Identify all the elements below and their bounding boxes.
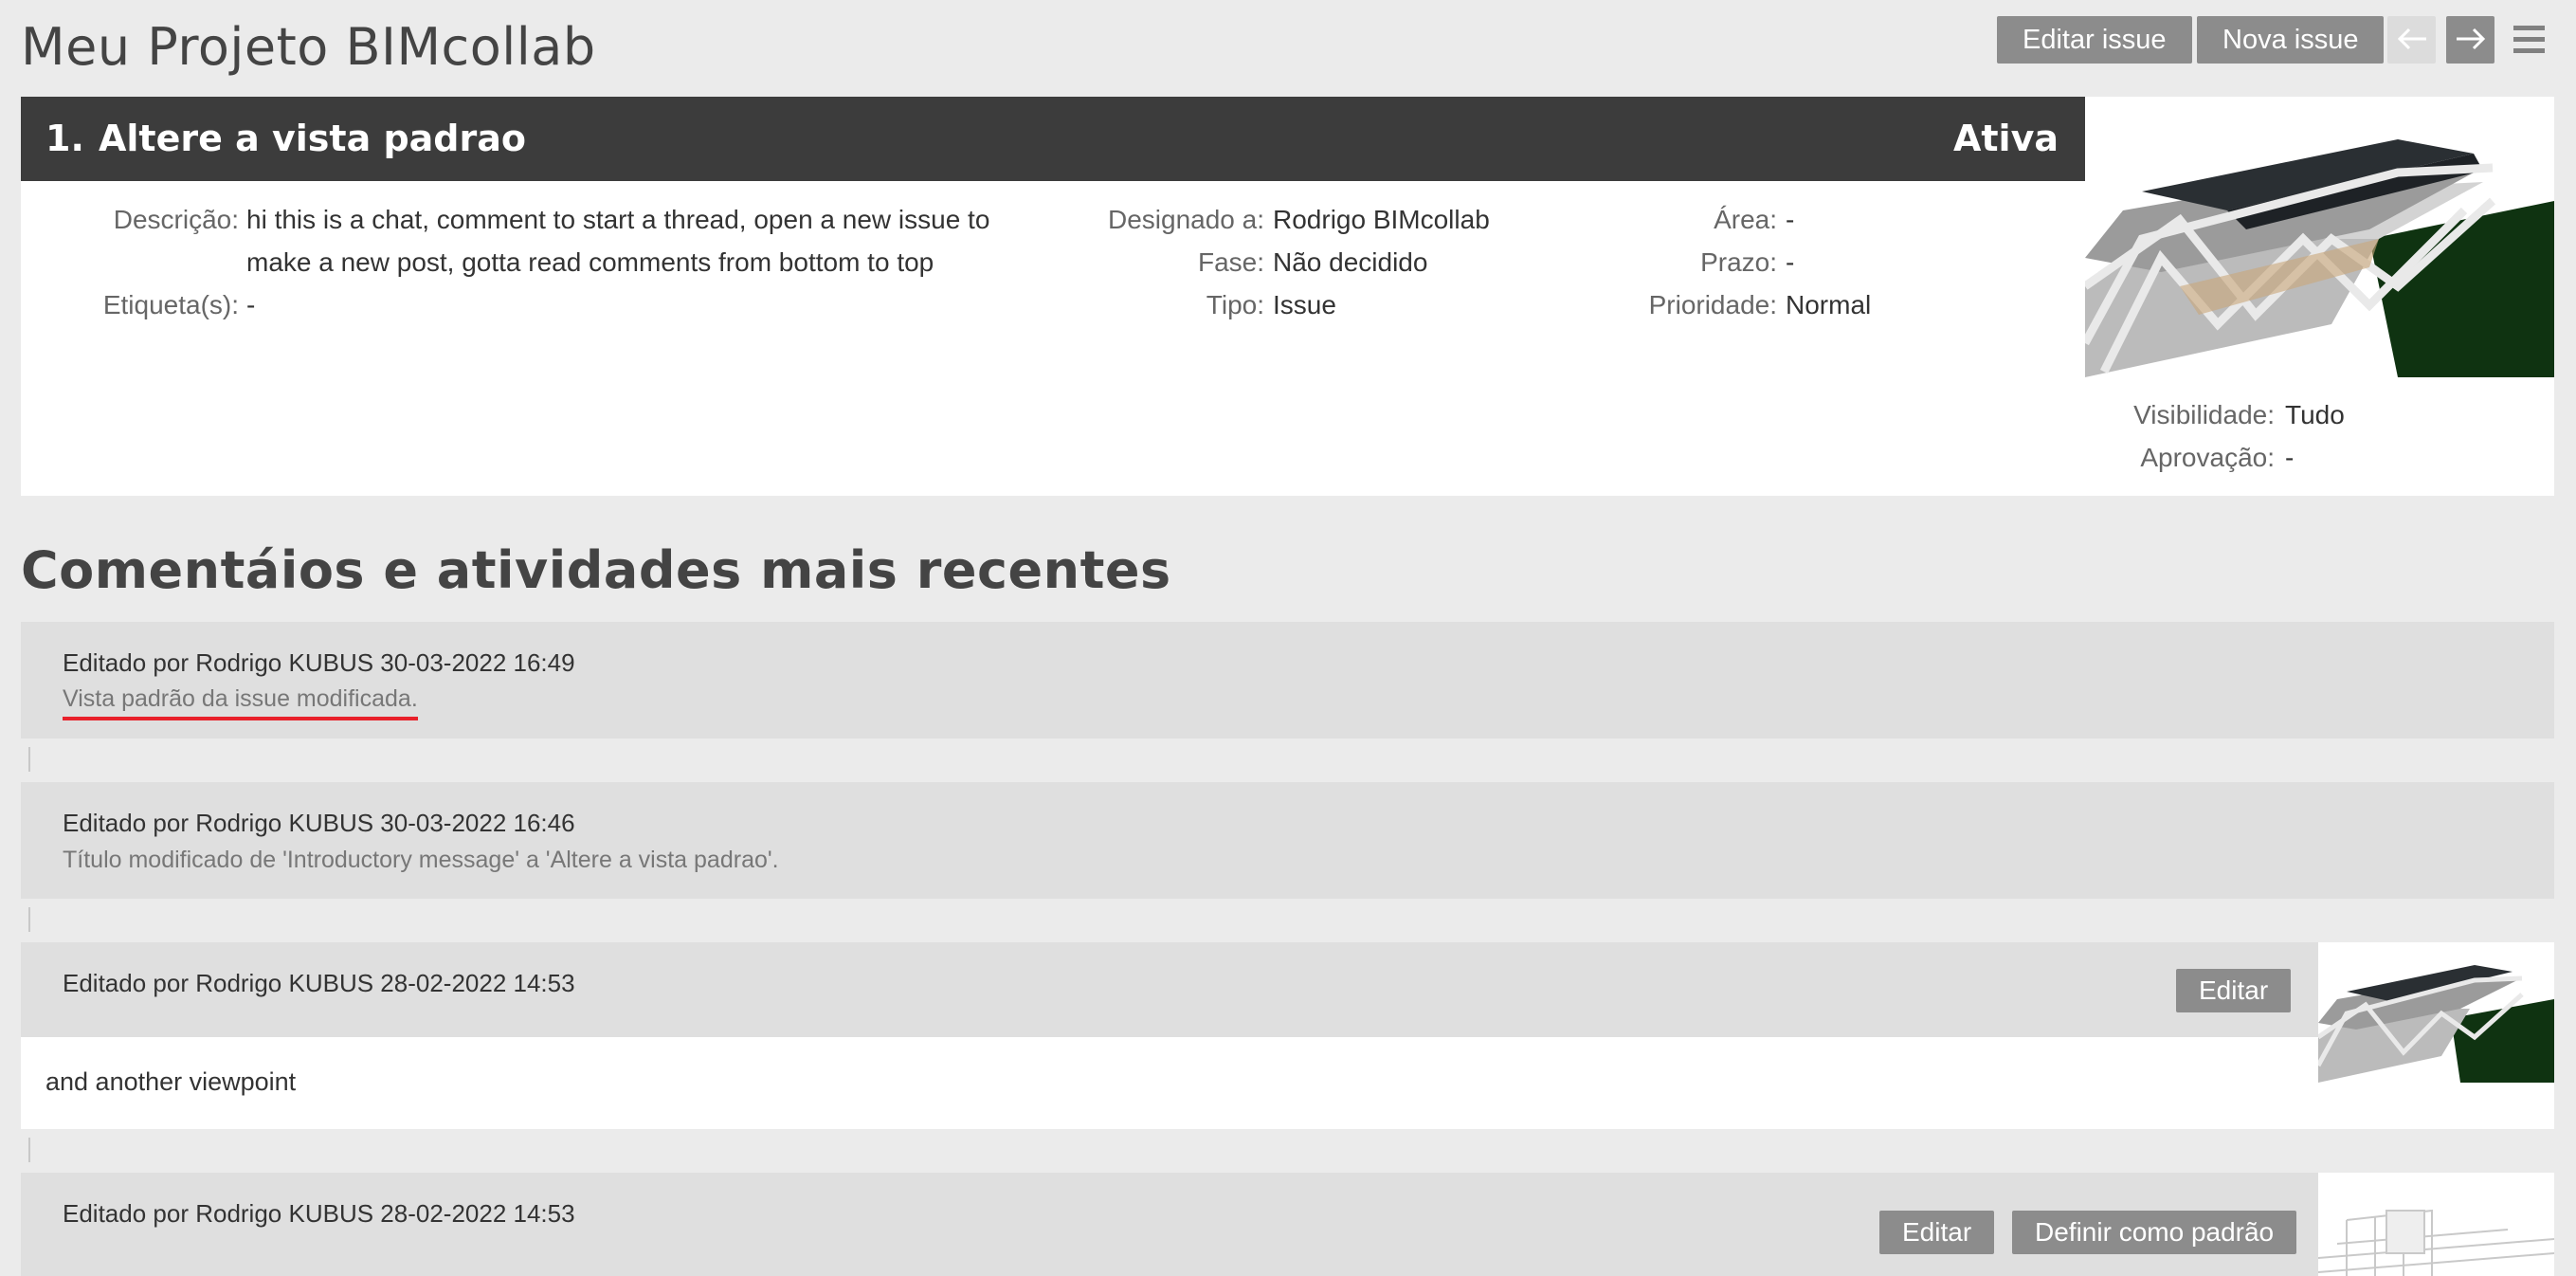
issue-header: 1. Altere a vista padrao Ativa	[21, 97, 2085, 181]
approval-label: Aprovação:	[2140, 443, 2275, 472]
thread-separator	[28, 1138, 30, 1162]
area-label: Área:	[1714, 205, 1777, 234]
activity-description: Título modificado de 'Introductory messa…	[63, 847, 779, 873]
assigned-label: Designado a:	[1107, 205, 1264, 234]
comment-header: Editado por Rodrigo KUBUS 28-02-2022 14:…	[21, 942, 2318, 1037]
issue-status: Ativa	[1952, 118, 2059, 159]
assigned-value: Rodrigo BIMcollab	[1273, 205, 1490, 234]
edit-comment-button[interactable]: Editar	[2176, 969, 2292, 1012]
comment-header: Editado por Rodrigo KUBUS 28-02-2022 14:…	[21, 1173, 2318, 1276]
type-label: Tipo:	[1206, 290, 1264, 319]
description-line-2: make a new post, gotta read comments fro…	[246, 247, 934, 277]
issue-viewpoint-thumbnail[interactable]	[2085, 97, 2554, 377]
activity-meta: Editado por Rodrigo KUBUS 30-03-2022 16:…	[63, 648, 575, 677]
edit-comment-button[interactable]: Editar	[1879, 1211, 1995, 1254]
comment-viewpoint-thumbnail[interactable]	[2318, 1173, 2554, 1276]
activity-item: Editado por Rodrigo KUBUS 30-03-2022 16:…	[21, 622, 2554, 738]
previous-issue-button[interactable]	[2387, 16, 2436, 64]
comment-meta: Editado por Rodrigo KUBUS 28-02-2022 14:…	[63, 1199, 575, 1228]
hamburger-menu-icon[interactable]	[2513, 26, 2545, 54]
comment-meta: Editado por Rodrigo KUBUS 28-02-2022 14:…	[63, 969, 575, 997]
edit-issue-button[interactable]: Editar issue	[1997, 16, 2192, 64]
activity-section-title: Comentáios e atividades mais recentes	[21, 540, 1171, 600]
issue-title: Altere a vista padrao	[99, 118, 526, 159]
project-title: Meu Projeto BIMcollab	[21, 17, 596, 77]
arrow-left-icon	[2397, 27, 2426, 50]
tags-value: -	[246, 290, 256, 319]
comment-text: and another viewpoint	[45, 1067, 297, 1096]
comment-viewpoint-thumbnail[interactable]	[2318, 942, 2554, 1083]
next-issue-button[interactable]	[2446, 16, 2494, 64]
phase-label: Fase:	[1197, 247, 1264, 277]
deadline-value: -	[1786, 247, 1795, 277]
tags-label: Etiqueta(s):	[102, 290, 239, 319]
priority-value: Normal	[1786, 290, 1872, 319]
activity-meta: Editado por Rodrigo KUBUS 30-03-2022 16:…	[63, 809, 575, 837]
phase-value: Não decidido	[1273, 247, 1428, 277]
type-value: Issue	[1273, 290, 1336, 319]
visibility-value: Tudo	[2285, 400, 2345, 429]
deadline-label: Prazo:	[1700, 247, 1777, 277]
arrow-right-icon	[2456, 27, 2485, 50]
activity-description: Vista padrão da issue modificada.	[63, 685, 418, 720]
thread-separator	[28, 747, 30, 772]
priority-label: Prioridade:	[1648, 290, 1777, 319]
area-value: -	[1786, 205, 1795, 234]
set-default-viewpoint-button[interactable]: Definir como padrão	[2012, 1211, 2297, 1254]
description-label: Descrição:	[113, 205, 239, 234]
issue-number: 1.	[45, 118, 84, 159]
thread-separator	[28, 907, 30, 932]
description-line-1: hi this is a chat, comment to start a th…	[246, 205, 990, 234]
approval-value: -	[2285, 443, 2295, 472]
activity-item: Editado por Rodrigo KUBUS 30-03-2022 16:…	[21, 782, 2554, 899]
new-issue-button[interactable]: Nova issue	[2197, 16, 2385, 64]
comment-body: and another viewpoint	[21, 1037, 2554, 1129]
visibility-label: Visibilidade:	[2133, 400, 2275, 429]
